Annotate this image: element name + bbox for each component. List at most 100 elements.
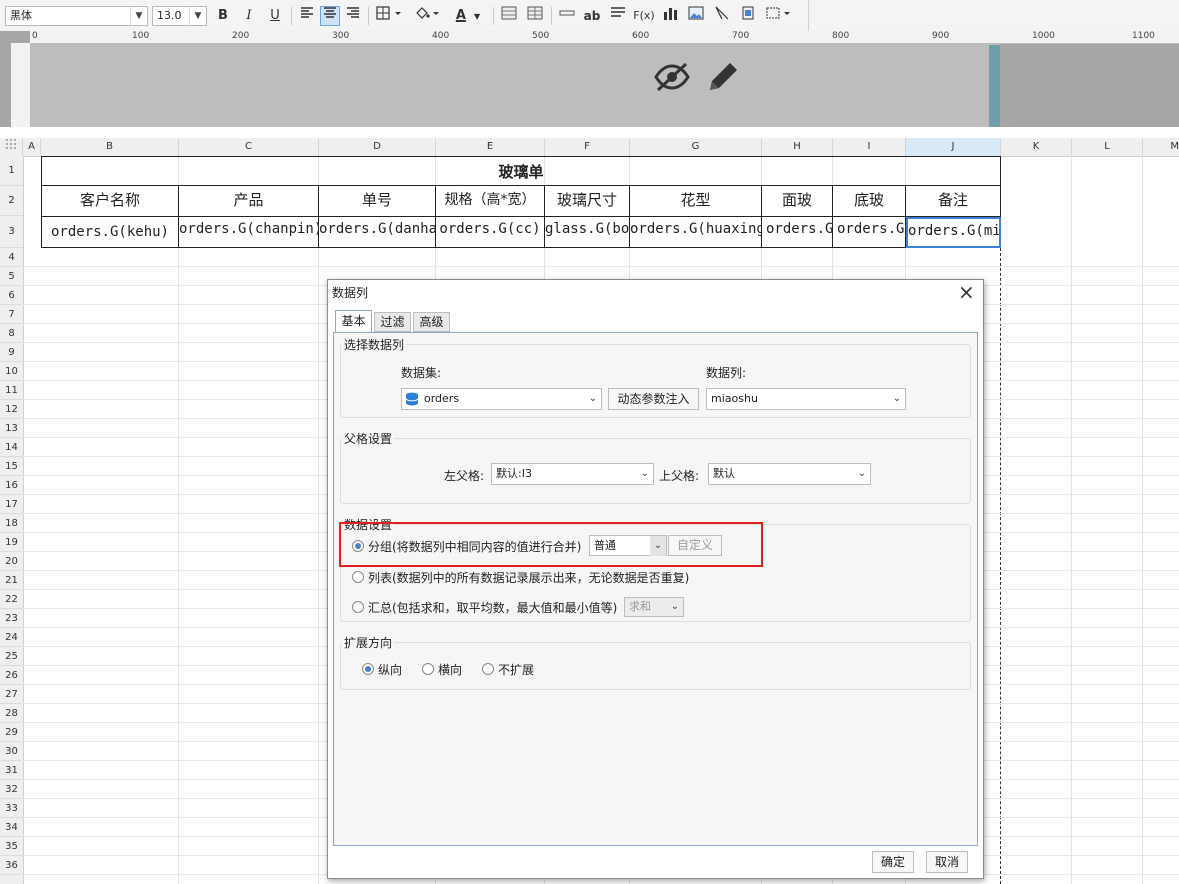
fill-color-icon[interactable] — [412, 6, 442, 26]
data-cell[interactable]: orders.G(cc) — [436, 217, 545, 248]
row-header[interactable]: 33 — [0, 799, 23, 818]
ok-button[interactable]: 确定 — [872, 851, 914, 873]
bar-chart-icon[interactable] — [660, 6, 680, 26]
font-family-select[interactable]: 黑体 ▼ — [5, 6, 148, 26]
row-header[interactable]: 16 — [0, 476, 23, 495]
paragraph-icon[interactable] — [608, 6, 628, 26]
row-header[interactable]: 8 — [0, 324, 23, 343]
close-icon[interactable]: × — [958, 280, 975, 304]
column-header[interactable]: E — [436, 138, 545, 156]
italic-button[interactable]: I — [239, 6, 259, 26]
data-cell[interactable]: orders.G(kehu) — [41, 217, 179, 248]
header-cell[interactable]: 产品 — [179, 186, 319, 217]
row-header[interactable]: 24 — [0, 628, 23, 647]
row-header[interactable]: 21 — [0, 571, 23, 590]
data-cell[interactable]: glass.G(bolichicun) — [545, 217, 630, 248]
align-right-icon[interactable] — [343, 6, 363, 26]
column-header[interactable]: L — [1072, 138, 1143, 156]
header-cell[interactable]: 备注 — [906, 186, 1001, 217]
column-header[interactable]: A — [23, 138, 41, 156]
header-cell[interactable]: 面玻 — [762, 186, 833, 217]
row-header[interactable]: 35 — [0, 837, 23, 856]
up-parent-select[interactable]: 默认 ⌄ — [708, 463, 871, 485]
select-all-icon[interactable] — [0, 138, 23, 156]
row-header[interactable]: 13 — [0, 419, 23, 438]
column-select[interactable]: miaoshu ⌄ — [706, 388, 906, 410]
horizontal-radio[interactable] — [422, 663, 434, 675]
row-header[interactable]: 32 — [0, 780, 23, 799]
hide-icon[interactable] — [654, 62, 690, 95]
data-cell[interactable]: orders.G(mianbo) — [762, 217, 833, 248]
row-header[interactable]: 25 — [0, 647, 23, 666]
image-icon[interactable] — [686, 6, 706, 26]
split-cells-icon[interactable] — [525, 6, 545, 26]
font-size-select[interactable]: 13.0 ▼ — [152, 6, 207, 26]
column-header[interactable]: I — [833, 138, 906, 156]
column-header[interactable]: G — [630, 138, 762, 156]
row-header[interactable]: 22 — [0, 590, 23, 609]
row-header[interactable]: 27 — [0, 685, 23, 704]
row-header[interactable]: 4 — [0, 248, 23, 267]
column-header[interactable]: B — [41, 138, 179, 156]
column-header[interactable]: K — [1001, 138, 1072, 156]
formula-button[interactable]: F(x) — [632, 6, 656, 26]
tab-filter[interactable]: 过滤 — [374, 312, 411, 332]
row-header[interactable]: 19 — [0, 533, 23, 552]
header-cell[interactable]: 玻璃尺寸 — [545, 186, 630, 217]
slash-icon[interactable] — [712, 6, 732, 26]
row-header[interactable]: 23 — [0, 609, 23, 628]
data-cell[interactable]: orders.G(dibo) — [833, 217, 906, 248]
summary-mode-select[interactable]: 求和 ⌄ — [624, 597, 684, 617]
no-expand-radio[interactable] — [482, 663, 494, 675]
row-header[interactable]: 18 — [0, 514, 23, 533]
data-cell[interactable]: orders.G(huaxing) — [630, 217, 762, 248]
row-header[interactable]: 15 — [0, 457, 23, 476]
row-header[interactable]: 1 — [0, 156, 23, 186]
tab-advanced[interactable]: 高级 — [413, 312, 450, 332]
row-header[interactable]: 14 — [0, 438, 23, 457]
row-header[interactable]: 3 — [0, 216, 23, 248]
row-header[interactable]: 26 — [0, 666, 23, 685]
sheet-title-cell[interactable]: 玻璃单 — [41, 156, 1001, 186]
row-header[interactable]: 7 — [0, 305, 23, 324]
header-cell[interactable]: 规格（高*宽） — [436, 186, 545, 217]
align-left-icon[interactable] — [297, 6, 317, 26]
header-cell[interactable]: 单号 — [319, 186, 436, 217]
data-cell[interactable]: orders.G(chanpin) — [179, 217, 319, 248]
row-header[interactable]: 10 — [0, 362, 23, 381]
column-header[interactable]: H — [762, 138, 833, 156]
dataset-select[interactable]: orders ⌄ — [401, 388, 602, 410]
header-cell[interactable]: 客户名称 — [41, 186, 179, 217]
column-header[interactable]: J — [906, 138, 1001, 156]
data-cell[interactable]: orders.G(danhao) — [319, 217, 436, 248]
row-header[interactable]: 11 — [0, 381, 23, 400]
header-cell[interactable]: 底玻 — [833, 186, 906, 217]
row-header[interactable]: 9 — [0, 343, 23, 362]
cancel-button[interactable]: 取消 — [926, 851, 968, 873]
widget-icon[interactable] — [738, 6, 758, 26]
list-radio[interactable] — [352, 571, 364, 583]
row-header[interactable]: 34 — [0, 818, 23, 837]
row-header[interactable]: 12 — [0, 400, 23, 419]
row-header[interactable]: 6 — [0, 286, 23, 305]
column-header[interactable]: C — [179, 138, 319, 156]
row-header[interactable]: 28 — [0, 704, 23, 723]
merge-cells-icon[interactable] — [499, 6, 519, 26]
tab-basic[interactable]: 基本 — [335, 310, 372, 332]
dynamic-param-button[interactable]: 动态参数注入 — [608, 388, 699, 410]
row-header[interactable]: 2 — [0, 186, 23, 216]
row-header[interactable]: 36 — [0, 856, 23, 875]
row-header[interactable]: 20 — [0, 552, 23, 571]
column-header[interactable]: M — [1143, 138, 1179, 156]
header-cell[interactable]: 花型 — [630, 186, 762, 217]
align-center-icon[interactable] — [320, 6, 340, 26]
wrap-text-button[interactable]: ab — [582, 6, 602, 26]
row-header[interactable]: 17 — [0, 495, 23, 514]
row-header[interactable]: 29 — [0, 723, 23, 742]
border-icon[interactable] — [374, 6, 404, 26]
left-parent-select[interactable]: 默认:I3 ⌄ — [491, 463, 654, 485]
column-header[interactable]: F — [545, 138, 630, 156]
bold-button[interactable]: B — [213, 6, 233, 26]
row-header[interactable]: 31 — [0, 761, 23, 780]
underline-button[interactable]: U — [265, 6, 285, 26]
